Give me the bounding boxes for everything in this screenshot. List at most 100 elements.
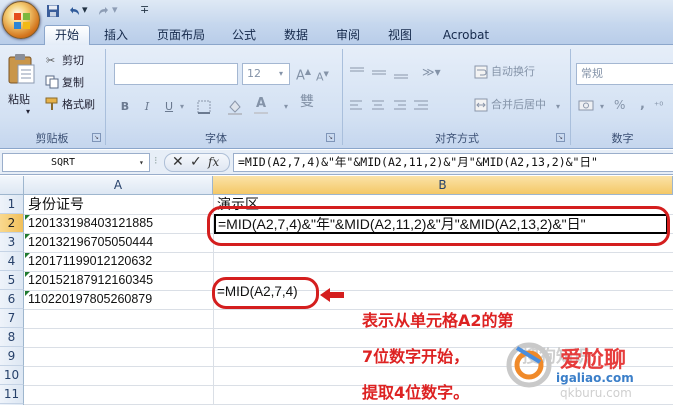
cell-a2[interactable]: 120133198403121885 xyxy=(28,214,212,233)
row-header-9[interactable]: 9 xyxy=(0,347,24,366)
watermark-domain: igaliao.com xyxy=(556,371,634,385)
orientation-icon[interactable]: ≫▾ xyxy=(422,65,441,79)
paste-dropdown-icon[interactable]: ▾ xyxy=(26,105,30,119)
row-header-3[interactable]: 3 xyxy=(0,233,24,252)
format-painter-button[interactable]: 格式刷 xyxy=(62,98,95,112)
error-indicator-icon[interactable] xyxy=(25,234,30,239)
watermark-brand: 爱尬聊 xyxy=(560,348,627,373)
cell-a5[interactable]: 120152187912160345 xyxy=(28,271,212,290)
highlight-oval-formula xyxy=(207,206,670,246)
percent-button[interactable]: % xyxy=(614,98,625,112)
row-header-7[interactable]: 7 xyxy=(0,309,24,328)
redo-dropdown-icon[interactable]: ▾ xyxy=(112,3,118,19)
office-logo-icon xyxy=(14,13,30,29)
tab-review[interactable]: 审阅 xyxy=(328,26,368,45)
number-format-value: 常规 xyxy=(581,67,603,80)
excel-window: ▾ ▾ ∓ 开始 插入 页面布局 公式 数据 审阅 视图 Acrobat 粘贴 … xyxy=(0,0,673,405)
copy-button[interactable]: 复制 xyxy=(62,76,84,90)
column-header-b[interactable]: B xyxy=(213,176,673,195)
merge-center-icon xyxy=(474,98,488,112)
row-header-5[interactable]: 5 xyxy=(0,271,24,290)
row-header-6[interactable]: 6 xyxy=(0,290,24,309)
office-button[interactable] xyxy=(2,1,40,39)
cell-a6[interactable]: 110220197805260879 xyxy=(28,290,212,309)
cut-button[interactable]: 剪切 xyxy=(62,54,84,68)
row-header-4[interactable]: 4 xyxy=(0,252,24,271)
grow-font-icon[interactable]: A▲ xyxy=(296,65,311,83)
ribbon-tabs: 开始 插入 页面布局 公式 数据 审阅 视图 Acrobat xyxy=(0,22,673,45)
gridline xyxy=(24,328,673,329)
number-format-combo[interactable]: 常规 xyxy=(576,63,673,85)
redo-icon[interactable] xyxy=(97,3,111,19)
vertical-align-icons[interactable] xyxy=(348,65,414,81)
underline-dropdown-icon[interactable]: ▾ xyxy=(180,100,184,114)
error-indicator-icon[interactable] xyxy=(25,291,30,296)
row-header-11[interactable]: 11 xyxy=(0,385,24,404)
column-header-a[interactable]: A xyxy=(24,176,213,195)
gridline xyxy=(24,309,673,310)
font-name-combo[interactable] xyxy=(114,63,238,85)
undo-icon[interactable] xyxy=(67,3,81,19)
cell-a3[interactable]: 120132196705050444 xyxy=(28,233,212,252)
font-size-value: 12 xyxy=(247,67,261,80)
formula-actions: ⁝ ✕ ✓ fx xyxy=(152,153,232,172)
cancel-icon[interactable]: ✕ xyxy=(172,153,184,172)
insert-function-icon[interactable]: fx xyxy=(208,153,219,172)
row-header-10[interactable]: 10 xyxy=(0,366,24,385)
group-separator xyxy=(570,49,571,145)
italic-button[interactable]: I xyxy=(138,97,156,115)
font-color-icon[interactable]: A xyxy=(256,97,266,111)
tab-page-layout[interactable]: 页面布局 xyxy=(150,26,212,45)
merge-center-button[interactable]: 合并后居中 xyxy=(491,98,546,112)
shrink-font-icon[interactable]: A▼ xyxy=(316,67,329,85)
tab-data[interactable]: 数据 xyxy=(276,26,316,45)
cell-a4[interactable]: 120171199012120632 xyxy=(28,252,212,271)
grip-icon: ⁝ xyxy=(154,154,158,167)
format-painter-icon xyxy=(45,97,58,110)
phonetic-icon[interactable]: 雙 xyxy=(300,95,314,109)
font-color-dropdown-icon[interactable]: ▾ xyxy=(284,100,288,114)
wrap-text-button[interactable]: 自动换行 xyxy=(491,65,535,79)
number-group-label: 数字 xyxy=(611,132,634,145)
tab-formulas[interactable]: 公式 xyxy=(224,26,264,45)
bold-button[interactable]: B xyxy=(116,97,134,115)
save-icon[interactable] xyxy=(46,3,60,19)
accounting-dropdown-icon[interactable]: ▾ xyxy=(600,100,604,114)
tab-view[interactable]: 视图 xyxy=(380,26,420,45)
comma-button[interactable]: , xyxy=(640,98,645,112)
fill-color-icon[interactable] xyxy=(226,98,244,116)
row-header-1[interactable]: 1 xyxy=(0,195,24,214)
error-indicator-icon[interactable] xyxy=(25,215,30,220)
tab-acrobat[interactable]: Acrobat xyxy=(436,26,496,45)
merge-dropdown-icon[interactable]: ▾ xyxy=(556,100,560,114)
row-header-8[interactable]: 8 xyxy=(0,328,24,347)
font-color-swatch xyxy=(254,112,268,114)
increase-decimal-icon[interactable]: ⁺⁰ xyxy=(654,100,663,114)
tab-insert[interactable]: 插入 xyxy=(96,26,136,45)
formula-input[interactable]: =MID(A2,7,4)&"年"&MID(A2,11,2)&"月"&MID(A2… xyxy=(233,153,673,172)
error-indicator-icon[interactable] xyxy=(25,272,30,277)
accounting-format-icon[interactable] xyxy=(578,98,598,114)
enter-check-icon[interactable]: ✓ xyxy=(190,153,202,172)
undo-dropdown-icon[interactable]: ▾ xyxy=(82,3,88,19)
group-separator xyxy=(342,49,343,145)
horizontal-align-icons[interactable] xyxy=(348,98,436,114)
clipboard-dialog-launcher-icon[interactable]: ↘ xyxy=(92,133,101,142)
borders-icon[interactable] xyxy=(196,99,212,115)
underline-button[interactable]: U xyxy=(160,97,178,115)
tab-home[interactable]: 开始 xyxy=(44,25,90,45)
cell-a1[interactable]: 身份证号 xyxy=(28,195,212,214)
name-box-dropdown-icon[interactable]: ▾ xyxy=(139,154,144,171)
font-group-label: 字体 xyxy=(205,132,227,145)
alignment-dialog-launcher-icon[interactable]: ↘ xyxy=(556,133,565,142)
error-indicator-icon[interactable] xyxy=(25,253,30,258)
select-all-corner[interactable] xyxy=(0,176,24,195)
customize-qat-icon[interactable]: ∓ xyxy=(140,3,149,19)
row-header-2[interactable]: 2 xyxy=(0,214,24,233)
font-size-combo[interactable]: 12 ▾ xyxy=(242,63,290,85)
clipboard-group-label: 剪贴板 xyxy=(35,132,69,145)
title-bar: ▾ ▾ ∓ xyxy=(0,0,673,39)
name-box[interactable]: SQRT ▾ xyxy=(2,153,150,172)
font-dialog-launcher-icon[interactable]: ↘ xyxy=(326,133,335,142)
paste-icon[interactable] xyxy=(6,53,36,85)
